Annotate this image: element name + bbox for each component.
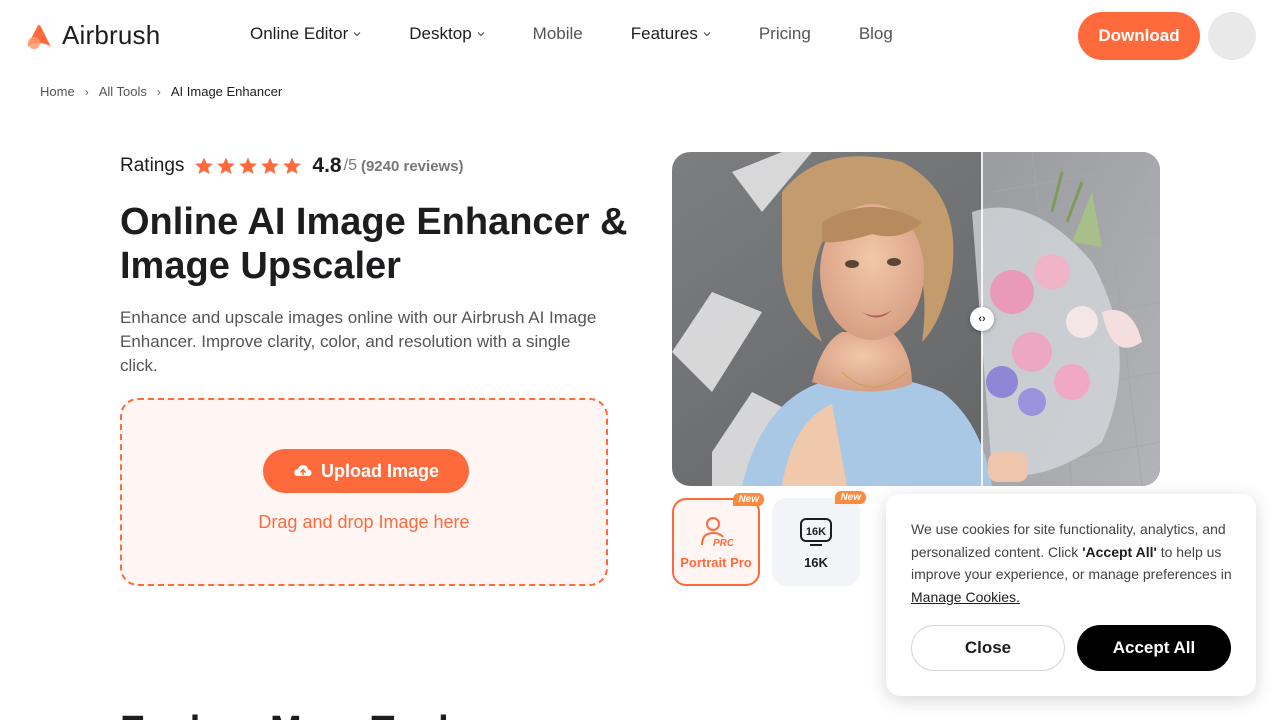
tile-16k[interactable]: New 16K 16K bbox=[772, 491, 866, 586]
chevron-down-icon bbox=[353, 32, 361, 37]
nav-blog-label: Blog bbox=[858, 24, 893, 43]
chevron-down-icon bbox=[477, 32, 485, 37]
logo-text: Airbrush bbox=[62, 20, 161, 50]
cookie-close-button[interactable]: Close bbox=[911, 625, 1065, 671]
cookie-accept-all-button[interactable]: Accept All bbox=[1077, 625, 1231, 671]
main-nav: Online Editor Desktop Mobile Features Pr… bbox=[250, 24, 941, 44]
chevron-down-icon bbox=[703, 32, 711, 37]
star-rating bbox=[194, 156, 302, 176]
download-button[interactable]: Download bbox=[1078, 12, 1200, 60]
portrait-pro-icon: PRO bbox=[701, 516, 733, 549]
tile-portrait-pro-label: Portrait Pro bbox=[680, 554, 752, 570]
star-icon bbox=[239, 157, 258, 174]
breadcrumb-current: AI Image Enhancer bbox=[170, 84, 283, 99]
logo[interactable]: Airbrush bbox=[24, 20, 160, 51]
cookie-accept-emph: 'Accept All' bbox=[1082, 543, 1157, 560]
page-title: Online AI Image Enhancer & Image Upscale… bbox=[120, 201, 628, 287]
star-icon bbox=[261, 157, 280, 174]
new-badge: New bbox=[733, 493, 764, 506]
nav-desktop[interactable]: Desktop bbox=[409, 24, 485, 44]
breadcrumb: Home › All Tools › AI Image Enhancer bbox=[40, 84, 282, 99]
cookie-text: We use cookies for site functionality, a… bbox=[911, 518, 1236, 608]
feature-tiles: New PRO Portrait Pro New 16K 16K bbox=[672, 491, 866, 586]
nav-pricing[interactable]: Pricing bbox=[759, 24, 811, 44]
airbrush-logo-icon bbox=[27, 24, 51, 49]
compare-slider-handle[interactable]: ‹› bbox=[970, 307, 994, 331]
star-icon bbox=[283, 157, 302, 174]
site-header: Airbrush Online Editor Desktop Mobile Fe… bbox=[0, 0, 1280, 72]
section-heading: Explore More Tools bbox=[120, 708, 470, 720]
avatar[interactable] bbox=[1208, 12, 1256, 60]
breadcrumb-all-tools[interactable]: All Tools bbox=[99, 84, 147, 99]
upload-image-button[interactable]: Upload Image bbox=[263, 449, 469, 493]
nav-online-editor[interactable]: Online Editor bbox=[250, 24, 361, 44]
star-icon bbox=[217, 157, 236, 174]
ratings: Ratings 4.8 /5 (9240 reviews) bbox=[120, 154, 464, 178]
upload-image-label: Upload Image bbox=[320, 460, 440, 481]
review-count: (9240 reviews) bbox=[360, 157, 464, 175]
manage-cookies-link[interactable]: Manage Cookies. bbox=[911, 589, 1020, 605]
hero-description: Enhance and upscale images online with o… bbox=[120, 308, 597, 375]
cloud-upload-icon bbox=[294, 465, 312, 476]
nav-features[interactable]: Features bbox=[631, 24, 711, 44]
cookie-banner: We use cookies for site functionality, a… bbox=[886, 494, 1256, 696]
rating-score: 4.8 bbox=[312, 154, 342, 177]
tile-portrait-pro[interactable]: New PRO Portrait Pro bbox=[672, 493, 764, 586]
new-badge: New bbox=[835, 491, 866, 504]
breadcrumb-home[interactable]: Home bbox=[40, 84, 75, 99]
ratings-label: Ratings bbox=[120, 155, 185, 176]
svg-text:PRO: PRO bbox=[713, 538, 733, 549]
star-icon bbox=[195, 157, 214, 174]
nav-pricing-label: Pricing bbox=[758, 24, 811, 43]
nav-mobile[interactable]: Mobile bbox=[533, 24, 583, 44]
chevron-right-icon: › bbox=[84, 84, 89, 99]
nav-mobile-label: Mobile bbox=[532, 24, 583, 43]
tile-16k-label: 16K bbox=[804, 554, 828, 570]
nav-desktop-label: Desktop bbox=[409, 24, 472, 43]
upload-dropzone[interactable]: Upload Image Drag and drop Image here bbox=[120, 398, 608, 586]
preview-image bbox=[672, 152, 1160, 486]
rating-out-of: /5 bbox=[343, 157, 357, 174]
chevron-right-icon: › bbox=[156, 84, 161, 99]
drag-drop-text: Drag and drop Image here bbox=[258, 512, 470, 532]
16k-icon: 16K bbox=[800, 517, 832, 546]
nav-features-label: Features bbox=[630, 24, 698, 43]
nav-online-editor-label: Online Editor bbox=[250, 24, 349, 43]
before-after-preview[interactable]: ‹› bbox=[672, 152, 1160, 486]
svg-text:16K: 16K bbox=[806, 526, 826, 538]
nav-blog[interactable]: Blog bbox=[859, 24, 893, 44]
